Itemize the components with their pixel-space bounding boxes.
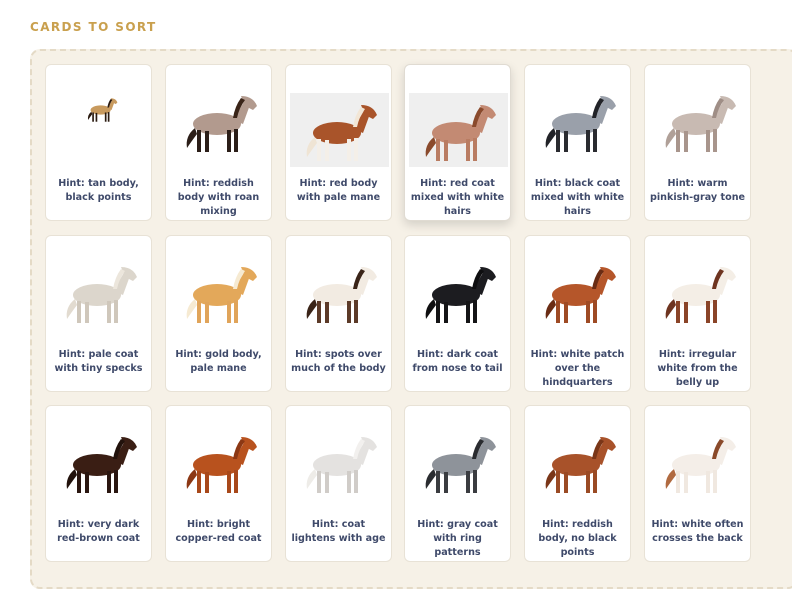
- section-title: CARDS TO SORT: [30, 20, 157, 34]
- horse-card[interactable]: Hint: white often crosses the back: [644, 405, 751, 562]
- card-hint: Hint: coat lightens with age: [291, 519, 386, 544]
- card-hint: Hint: reddish body, no black points: [538, 519, 617, 558]
- horse-card[interactable]: Hint: dark coat from nose to tail: [404, 235, 511, 392]
- horse-tobiano-icon: [665, 437, 736, 493]
- horse-card[interactable]: Hint: very dark red-brown coat: [45, 405, 152, 562]
- horse-liver-chestnut-icon: [66, 437, 137, 493]
- horse-image: [290, 93, 389, 167]
- card-hint: Hint: warm pinkish-gray tone: [649, 178, 746, 203]
- horse-image: [649, 412, 748, 512]
- horse-card[interactable]: Hint: white patch over the hindquarters: [524, 235, 631, 392]
- horse-chestnut-icon: [545, 437, 616, 493]
- card-hint: Hint: bright copper-red coat: [175, 519, 262, 544]
- horse-image: [290, 242, 389, 342]
- card-hint: Hint: white often crosses the back: [651, 519, 744, 544]
- card-hint: Hint: irregular white from the belly up: [657, 349, 738, 388]
- horse-card[interactable]: Hint: gold body, pale mane: [165, 235, 272, 392]
- card-hint: Hint: very dark red-brown coat: [57, 519, 140, 544]
- horse-card[interactable]: Hint: reddish body with roan mixing: [165, 64, 272, 221]
- horse-card[interactable]: Hint: red body with pale mane: [285, 64, 392, 221]
- card-hint: Hint: red body with pale mane: [296, 178, 381, 203]
- horse-appaloosa-icon: [306, 267, 377, 323]
- horse-flea-bitten-gray-icon: [66, 267, 137, 323]
- horse-image: [649, 71, 748, 171]
- horse-image: [529, 71, 628, 171]
- horse-palomino-icon: [186, 267, 257, 323]
- horse-card[interactable]: Hint: reddish body, no black points: [524, 405, 631, 562]
- horse-blue-roan-icon: [545, 96, 616, 152]
- horse-black-icon: [425, 267, 496, 323]
- horse-card[interactable]: Hint: red coat mixed with white hairs: [404, 64, 511, 221]
- horse-image: [529, 412, 628, 512]
- horse-gray-icon: [306, 437, 377, 493]
- card-hint: Hint: gray coat with ring patterns: [417, 519, 498, 558]
- horse-card[interactable]: Hint: black coat mixed with white hairs: [524, 64, 631, 221]
- horse-card[interactable]: Hint: coat lightens with age: [285, 405, 392, 562]
- horse-image: [50, 412, 149, 512]
- horse-image: [409, 412, 508, 512]
- horse-card[interactable]: Hint: irregular white from the belly up: [644, 235, 751, 392]
- card-hint: Hint: tan body, black points: [58, 178, 139, 203]
- horse-card[interactable]: Hint: spots over much of the body: [285, 235, 392, 392]
- horse-card[interactable]: Hint: pale coat with tiny specks: [45, 235, 152, 392]
- card-hint: Hint: reddish body with roan mixing: [177, 178, 260, 217]
- card-hint: Hint: pale coat with tiny specks: [54, 349, 143, 374]
- horse-image: [50, 242, 149, 342]
- horse-red-roan-icon: [186, 96, 257, 152]
- horse-card[interactable]: Hint: bright copper-red coat: [165, 405, 272, 562]
- horse-card[interactable]: Hint: tan body, black points: [45, 64, 152, 221]
- horse-overo-icon: [665, 267, 736, 323]
- card-hint: Hint: dark coat from nose to tail: [412, 349, 503, 374]
- horse-dapple-gray-icon: [425, 437, 496, 493]
- horse-card[interactable]: Hint: warm pinkish-gray tone: [644, 64, 751, 221]
- horse-image: [290, 412, 389, 512]
- horse-rose-gray-icon: [665, 96, 736, 152]
- horse-image: [170, 71, 269, 171]
- card-hint: Hint: black coat mixed with white hairs: [530, 178, 625, 217]
- horse-image: [50, 71, 149, 171]
- horse-sorrel-icon: [186, 437, 257, 493]
- card-hint: Hint: gold body, pale mane: [175, 349, 262, 374]
- horse-card[interactable]: Hint: gray coat with ring patterns: [404, 405, 511, 562]
- horse-image: [170, 242, 269, 342]
- horse-image: [529, 242, 628, 342]
- card-hint: Hint: spots over much of the body: [291, 349, 386, 374]
- horse-blanket-appaloosa-icon: [545, 267, 616, 323]
- horse-image: [170, 412, 269, 512]
- card-hint: Hint: red coat mixed with white hairs: [410, 178, 505, 217]
- horse-strawberry-roan-icon: [425, 105, 496, 161]
- horse-image: [409, 93, 508, 167]
- sort-area[interactable]: Hint: tan body, black points Hint: reddis…: [30, 49, 792, 589]
- horse-image: [649, 242, 748, 342]
- horse-image: [409, 242, 508, 342]
- card-hint: Hint: white patch over the hindquarters: [530, 349, 625, 388]
- horse-chestnut-flaxen-icon: [306, 105, 377, 161]
- horse-buckskin-icon: [87, 98, 117, 122]
